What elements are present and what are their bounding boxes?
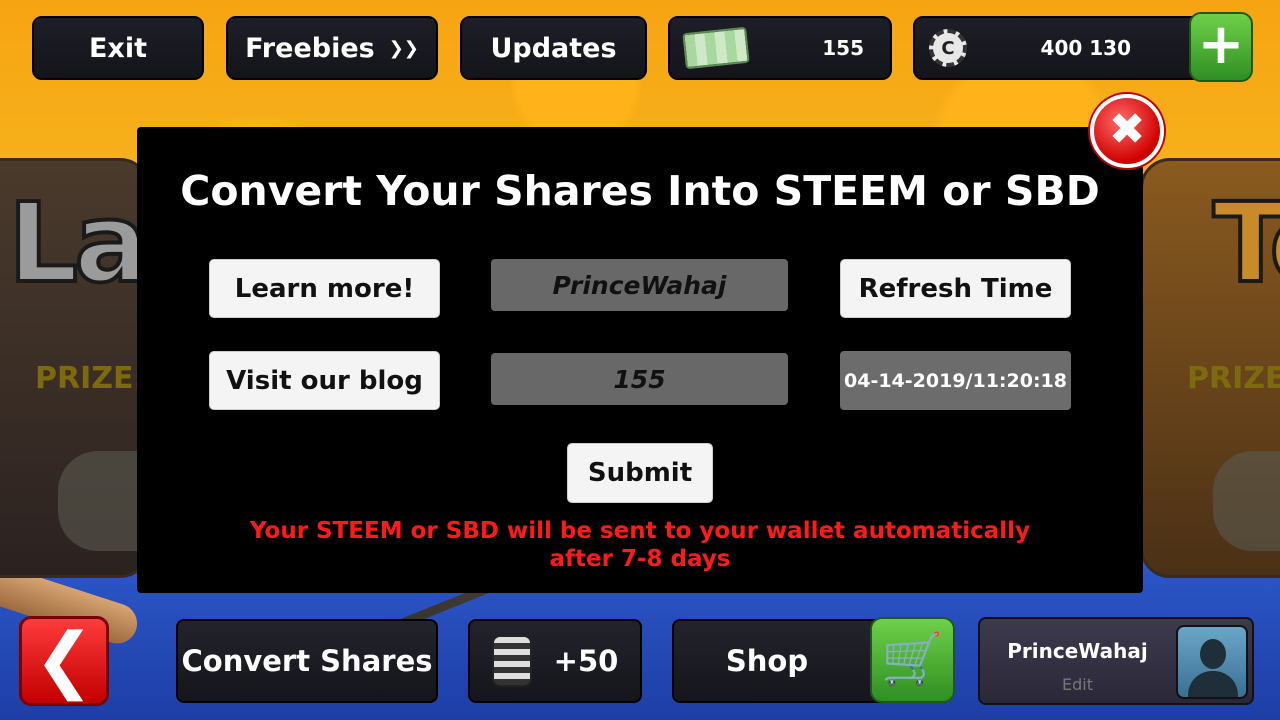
cash-icon	[682, 26, 750, 70]
left-tournament-card: Las PRIZE:	[0, 158, 212, 578]
updates-label: Updates	[490, 32, 617, 64]
right-card-prize-label: PRIZE:	[1187, 361, 1280, 396]
profile-name: PrinceWahaj	[1007, 639, 1148, 663]
avatar-head	[1200, 639, 1226, 669]
cash-balance: 155	[668, 16, 892, 80]
visit-blog-label: Visit our blog	[226, 365, 423, 396]
shop-button[interactable]: Shop	[672, 619, 888, 703]
left-card-prize-label: PRIZE:	[35, 361, 146, 396]
freebies-label: Freebies	[245, 32, 375, 64]
refresh-time-label: Refresh Time	[858, 273, 1053, 304]
wallet-notice: Your STEEM or SBD will be sent to your w…	[249, 518, 1031, 572]
add-coins-button[interactable]: +	[1189, 12, 1253, 82]
plus-icon: +	[1197, 12, 1245, 77]
username-field[interactable]: PrinceWahaj	[491, 259, 788, 311]
refresh-time-button[interactable]: Refresh Time	[840, 259, 1071, 318]
chevron-down-icon: ❯❯	[388, 37, 419, 59]
coin-balance: C 400 130	[913, 16, 1203, 80]
profile-card[interactable]: PrinceWahaj Edit	[978, 617, 1254, 705]
username-value: PrinceWahaj	[552, 270, 727, 300]
submit-label: Submit	[587, 458, 693, 488]
submit-button[interactable]: Submit	[567, 443, 713, 503]
convert-shares-label: Convert Shares	[181, 644, 433, 678]
close-dialog-button[interactable]: ✖	[1090, 94, 1164, 168]
profile-edit-link[interactable]: Edit	[980, 675, 1175, 694]
dialog-title: Convert Your Shares Into STEEM or SBD	[180, 167, 1100, 215]
coin-icon: C	[929, 29, 967, 67]
learn-more-label: Learn more!	[234, 273, 415, 304]
chips-bonus: +50	[553, 644, 619, 678]
convert-shares-button[interactable]: Convert Shares	[176, 619, 438, 703]
convert-shares-dialog: Convert Your Shares Into STEEM or SBD Le…	[137, 127, 1143, 593]
cart-icon: 🛒	[881, 630, 944, 688]
free-chips-button[interactable]: +50	[468, 619, 642, 703]
right-tournament-card: To PRIZE:	[1140, 158, 1280, 578]
freebies-button[interactable]: Freebies ❯❯	[226, 16, 438, 80]
coin-amount: 400 130	[1040, 36, 1131, 60]
avatar-icon[interactable]	[1176, 625, 1248, 699]
cart-button[interactable]: 🛒	[870, 617, 955, 703]
learn-more-button[interactable]: Learn more!	[209, 259, 440, 318]
exit-label: Exit	[88, 32, 148, 64]
shares-amount-field[interactable]: 155	[491, 353, 788, 405]
cash-amount: 155	[822, 36, 864, 60]
shop-label: Shop	[725, 644, 809, 678]
timestamp-display: 04-14-2019/11:20:18	[840, 351, 1071, 410]
right-card-title: To	[1211, 177, 1280, 309]
timestamp-value: 04-14-2019/11:20:18	[844, 369, 1067, 392]
visit-blog-button[interactable]: Visit our blog	[209, 351, 440, 410]
right-card-slot	[1213, 451, 1280, 551]
avatar-body	[1188, 671, 1238, 697]
exit-button[interactable]: Exit	[32, 16, 204, 80]
updates-button[interactable]: Updates	[460, 16, 647, 80]
back-arrow-icon: ❮	[33, 617, 95, 701]
shares-amount-value: 155	[613, 364, 666, 394]
chip-stack-icon	[491, 635, 532, 687]
back-button[interactable]: ❮	[19, 616, 109, 706]
close-icon: ✖	[1108, 104, 1146, 155]
